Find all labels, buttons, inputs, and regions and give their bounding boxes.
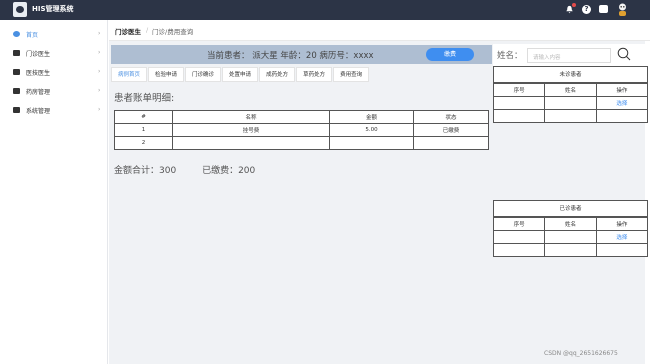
patient-banner: 当前患者： 派大星 年龄：20 病历号：xxxx 缴费 bbox=[111, 45, 492, 64]
watermark: CSDN @qq_2651626675 bbox=[544, 350, 618, 357]
help-icon[interactable]: ? bbox=[582, 5, 591, 14]
select-link[interactable]: 选择 bbox=[595, 230, 649, 244]
tab-lab-request[interactable]: 检验申请 bbox=[148, 67, 185, 82]
breadcrumb-path: 门诊/费用查询 bbox=[152, 28, 194, 36]
tab-medicine-prescription[interactable]: 成药处方 bbox=[259, 67, 296, 82]
table-row: 2 bbox=[114, 136, 489, 150]
search-icon[interactable] bbox=[617, 47, 631, 61]
message-icon[interactable] bbox=[599, 5, 608, 14]
totals: 金额合计：300 已缴费：200 bbox=[114, 163, 255, 176]
select-link[interactable]: 选择 bbox=[595, 96, 649, 110]
breadcrumb-home[interactable]: 门诊医生 bbox=[115, 26, 141, 36]
main-content: 门诊医生 / 门诊/费用查询 当前患者： 派大星 年龄：20 病历号：xxxx … bbox=[109, 20, 650, 364]
done-table: 序号 姓名 操作 选择 bbox=[492, 217, 649, 257]
breadcrumb: 门诊医生 / 门诊/费用查询 bbox=[109, 20, 650, 41]
table-row bbox=[492, 109, 649, 123]
col-amount: 金额 bbox=[329, 110, 414, 124]
home-icon bbox=[13, 31, 20, 37]
pill-icon bbox=[13, 88, 20, 94]
sidebar-item-outpatient-doctor[interactable]: 门诊医生 › bbox=[0, 44, 108, 63]
sidebar-item-medtech-doctor[interactable]: 医技医生 › bbox=[0, 63, 108, 82]
col-index: # bbox=[114, 110, 173, 124]
pending-patients-panel: 未诊患者 序号 姓名 操作 选择 bbox=[492, 66, 649, 123]
chevron-right-icon: › bbox=[98, 106, 101, 113]
search-label: 姓名： bbox=[497, 51, 523, 61]
pay-button[interactable]: 缴费 bbox=[426, 48, 474, 61]
table-row bbox=[492, 243, 649, 257]
table-row: 1 挂号费 5.00 已缴费 bbox=[114, 123, 489, 137]
users-icon bbox=[13, 69, 20, 75]
done-panel-title: 已诊患者 bbox=[493, 200, 648, 217]
tab-diagnosis[interactable]: 门诊确诊 bbox=[185, 67, 222, 82]
app-title: HIS管理系统 bbox=[32, 5, 74, 13]
pending-panel-title: 未诊患者 bbox=[493, 66, 648, 83]
search-input[interactable]: 请输入内容 bbox=[527, 48, 611, 63]
tab-bar: 病例首页 检验申请 门诊确诊 处置申请 成药处方 草药处方 费用查询 bbox=[111, 67, 370, 82]
table-header-row: # 名称 金额 状态 bbox=[114, 110, 489, 124]
bell-icon[interactable] bbox=[565, 3, 576, 14]
sidebar-item-home[interactable]: 首页 › bbox=[0, 25, 108, 44]
account-title: 患者账单明细: bbox=[114, 93, 175, 104]
patient-info: 当前患者： 派大星 年龄：20 病历号：xxxx bbox=[207, 51, 374, 61]
tab-fee-query[interactable]: 费用查询 bbox=[333, 67, 370, 82]
sidebar-item-system[interactable]: 系统管理 › bbox=[0, 101, 108, 120]
col-name: 名称 bbox=[172, 110, 330, 124]
chevron-right-icon: › bbox=[98, 87, 101, 94]
paid-amount: 已缴费：200 bbox=[202, 166, 256, 176]
table-header-row: 序号 姓名 操作 bbox=[492, 217, 649, 231]
chevron-right-icon: › bbox=[98, 49, 101, 56]
sidebar: 首页 › 门诊医生 › 医技医生 › 药房管理 › 系统管理 › bbox=[0, 20, 108, 364]
app-logo bbox=[13, 2, 27, 17]
user-avatar[interactable] bbox=[617, 3, 628, 16]
briefcase-icon bbox=[13, 50, 20, 56]
table-header-row: 序号 姓名 操作 bbox=[492, 83, 649, 97]
tab-case-home[interactable]: 病例首页 bbox=[111, 67, 148, 82]
pending-table: 序号 姓名 操作 选择 bbox=[492, 83, 649, 123]
patient-search: 姓名： 请输入内容 bbox=[493, 44, 648, 66]
sidebar-item-pharmacy[interactable]: 药房管理 › bbox=[0, 82, 108, 101]
top-header: HIS管理系统 ? bbox=[0, 0, 650, 20]
tab-herbal-prescription[interactable]: 草药处方 bbox=[296, 67, 333, 82]
chevron-right-icon: › bbox=[98, 30, 101, 37]
bill-table: # 名称 金额 状态 1 挂号费 5.00 已缴费 2 bbox=[114, 110, 489, 150]
tab-treatment-request[interactable]: 处置申请 bbox=[222, 67, 259, 82]
table-row: 选择 bbox=[492, 96, 649, 110]
table-row: 选择 bbox=[492, 230, 649, 244]
settings-icon bbox=[13, 107, 20, 113]
col-status: 状态 bbox=[413, 110, 489, 124]
total-amount: 金额合计：300 bbox=[114, 166, 177, 176]
done-patients-panel: 已诊患者 序号 姓名 操作 选择 bbox=[492, 200, 649, 257]
notification-dot bbox=[572, 3, 576, 7]
breadcrumb-separator: / bbox=[146, 26, 149, 34]
chevron-right-icon: › bbox=[98, 68, 101, 75]
